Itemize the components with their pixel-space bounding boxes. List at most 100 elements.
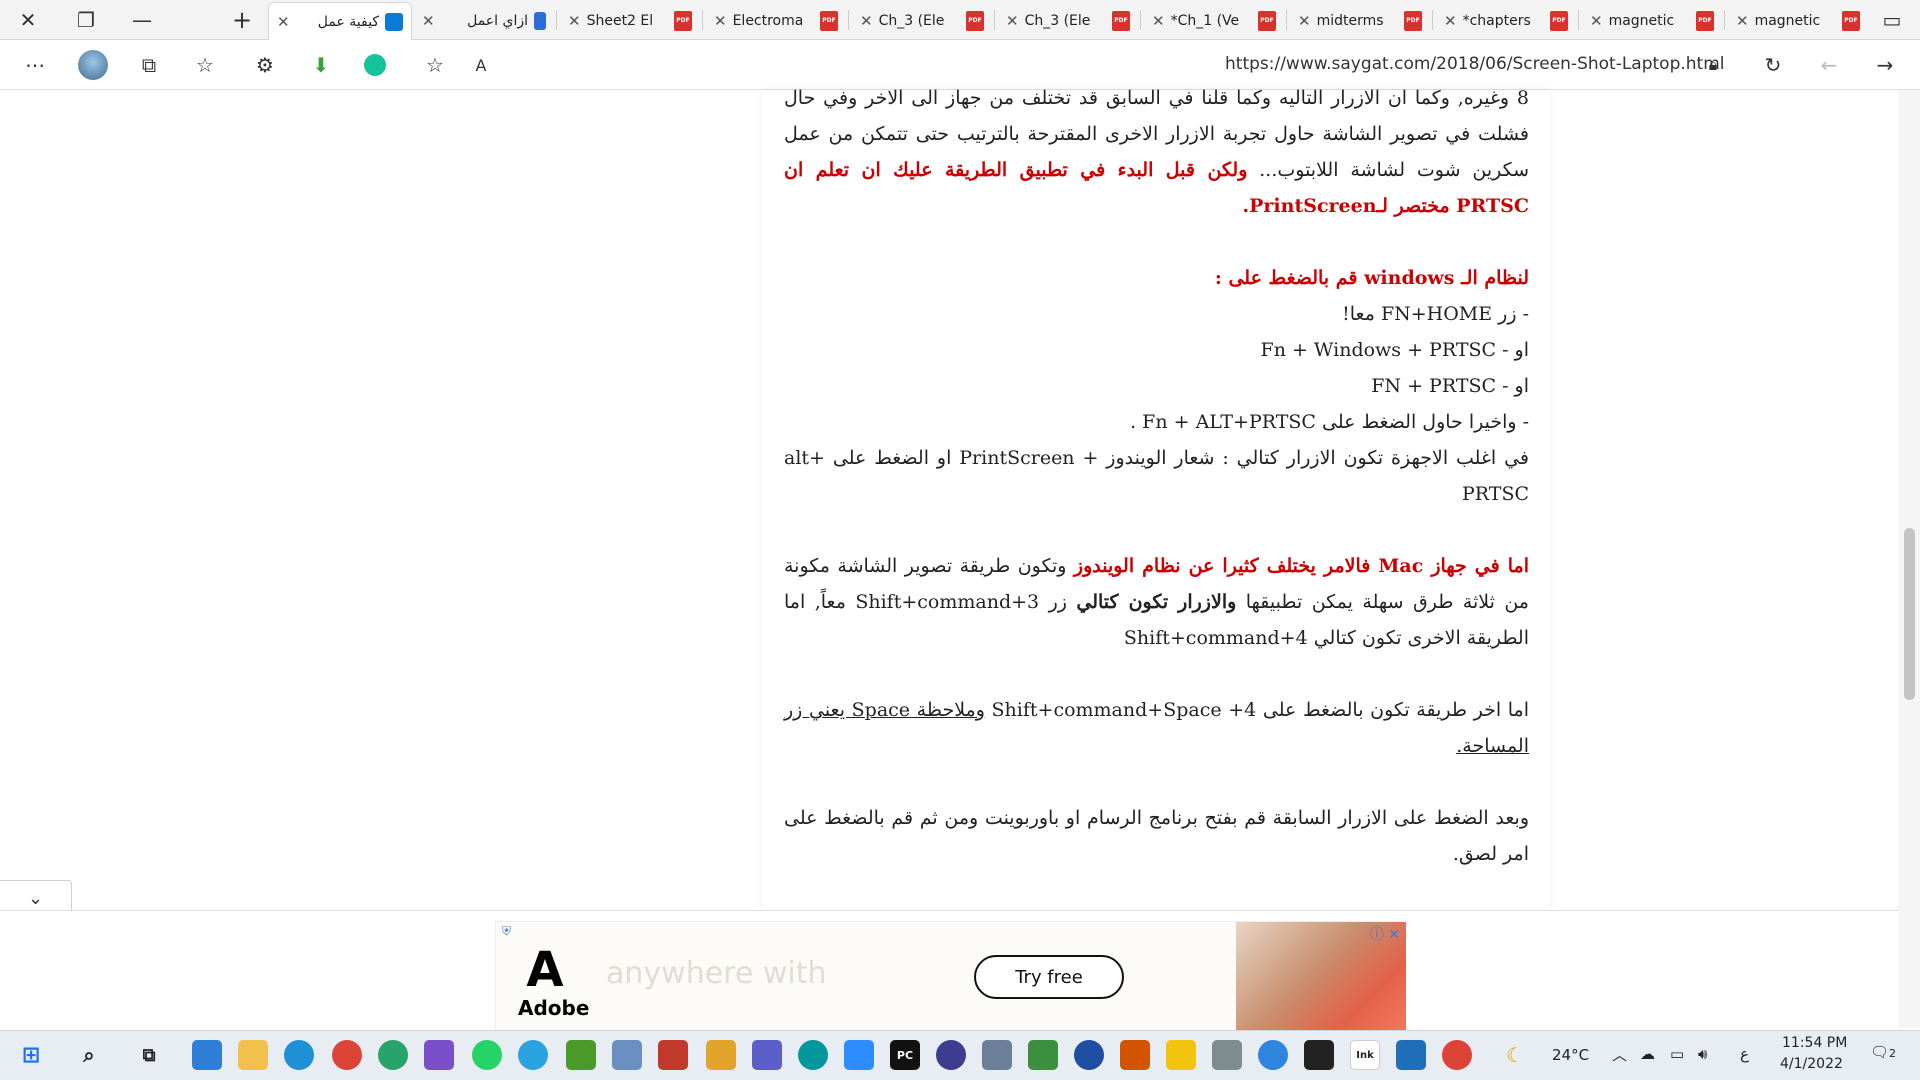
- close-icon[interactable]: ✕: [1298, 12, 1311, 30]
- notification-icon[interactable]: 🗨︎2: [1870, 1043, 1896, 1061]
- app-icon[interactable]: [1212, 1040, 1242, 1070]
- pdf-icon: PDF: [1112, 11, 1130, 31]
- list-item: - زر FN+HOME معا!: [1342, 303, 1529, 325]
- page-scrollbar[interactable]: [1898, 90, 1920, 1028]
- tab-label: magnetic: [1754, 13, 1821, 29]
- tab-label: Ch_3 (Ele: [1024, 13, 1091, 29]
- window-layout-icon[interactable]: ▭: [1872, 0, 1912, 40]
- app-icon[interactable]: [936, 1040, 966, 1070]
- task-view-icon[interactable]: ⧉: [134, 1040, 164, 1070]
- close-icon[interactable]: ✕: [714, 12, 727, 30]
- app-icon[interactable]: [1028, 1040, 1058, 1070]
- add-favorite-icon[interactable]: ☆: [418, 48, 452, 82]
- extensions-icon[interactable]: ⚙: [248, 48, 282, 82]
- favorites-icon[interactable]: ☆: [188, 48, 222, 82]
- matlab-icon[interactable]: [1120, 1040, 1150, 1070]
- try-free-button[interactable]: Try free: [974, 955, 1124, 999]
- tab-1[interactable]: ✕ ازاي اعمل: [414, 2, 554, 40]
- lock-icon[interactable]: 🔒︎: [1696, 48, 1730, 82]
- tab-9[interactable]: ✕ magnetic PDF: [1582, 2, 1722, 40]
- close-icon[interactable]: ✕: [422, 12, 435, 30]
- refresh-icon[interactable]: ↻: [1756, 48, 1790, 82]
- tab-10[interactable]: ✕ magnetic PDF: [1728, 2, 1868, 40]
- close-icon[interactable]: ✕: [1444, 12, 1457, 30]
- input-language[interactable]: ع: [1740, 1045, 1749, 1063]
- app-icon[interactable]: [378, 1040, 408, 1070]
- app-icon[interactable]: [1258, 1040, 1288, 1070]
- new-tab-button[interactable]: +: [222, 0, 262, 40]
- start-icon[interactable]: ⊞: [16, 1040, 46, 1070]
- close-icon[interactable]: ✕: [1736, 12, 1749, 30]
- photos-icon[interactable]: [1396, 1040, 1426, 1070]
- close-icon[interactable]: ✕: [277, 13, 290, 31]
- clock-time[interactable]: 11:54 PM: [1782, 1035, 1847, 1051]
- network-icon[interactable]: ☁: [1640, 1045, 1655, 1063]
- back-icon[interactable]: →: [1868, 48, 1902, 82]
- tab-label: ازاي اعمل: [467, 13, 528, 29]
- url-field[interactable]: https://www.saygat.com/2018/06/Screen-Sh…: [1225, 54, 1725, 74]
- chrome-icon[interactable]: [1442, 1040, 1472, 1070]
- ad-close-icon[interactable]: ⓘ ✕: [1370, 924, 1400, 944]
- profile-avatar[interactable]: [76, 48, 110, 82]
- close-icon[interactable]: ✕: [1590, 12, 1603, 30]
- inkscape-icon[interactable]: Ink: [1350, 1040, 1380, 1070]
- app-icon[interactable]: [1074, 1040, 1104, 1070]
- player-icon[interactable]: [1166, 1040, 1196, 1070]
- minimize-tabs-icon[interactable]: —: [122, 0, 162, 40]
- close-icon[interactable]: ✕: [860, 12, 873, 30]
- whatsapp-icon[interactable]: [472, 1040, 502, 1070]
- app-icon[interactable]: [566, 1040, 596, 1070]
- ad-shield-icon[interactable]: ⛨: [502, 924, 511, 939]
- tab-actions-icon[interactable]: ❐: [66, 0, 106, 40]
- close-window-icon[interactable]: ✕: [8, 0, 48, 40]
- arduino-icon[interactable]: [798, 1040, 828, 1070]
- app-icon[interactable]: [706, 1040, 736, 1070]
- chevron-down-icon: ⌄: [27, 887, 44, 909]
- tab-4[interactable]: ✕ Ch_3 (Ele PDF: [852, 2, 992, 40]
- chrome-icon[interactable]: [332, 1040, 362, 1070]
- clock-date[interactable]: 4/1/2022: [1780, 1056, 1843, 1072]
- search-icon[interactable]: ⌕: [74, 1040, 104, 1070]
- close-icon[interactable]: ✕: [568, 12, 581, 30]
- ad-brand: Adobe: [518, 996, 590, 1020]
- list-item: او - Fn + Windows + PRTSC: [1260, 339, 1529, 361]
- mac-heading: اما في جهاز Mac فالامر يختلف كثيرا عن نظ…: [1073, 555, 1529, 577]
- forward-icon[interactable]: ←: [1812, 48, 1846, 82]
- download-extension-icon[interactable]: ⬇: [304, 48, 338, 82]
- telegram-icon[interactable]: [518, 1040, 548, 1070]
- tray-overflow-icon[interactable]: ︿: [1612, 1044, 1627, 1065]
- app-icon[interactable]: [982, 1040, 1012, 1070]
- visual-studio-icon[interactable]: [424, 1040, 454, 1070]
- pdf-icon: PDF: [1842, 11, 1860, 31]
- volume-icon[interactable]: 🔊︎: [1698, 1045, 1707, 1063]
- read-aloud-icon[interactable]: A: [464, 48, 498, 82]
- battery-icon[interactable]: ▭: [1670, 1045, 1684, 1063]
- tab-6[interactable]: ✕ *Ch_1 (Ve PDF: [1144, 2, 1284, 40]
- tab-8[interactable]: ✕ *chapters PDF: [1436, 2, 1576, 40]
- app-icon[interactable]: [612, 1040, 642, 1070]
- app-icon[interactable]: [1304, 1040, 1334, 1070]
- file-explorer-icon[interactable]: [238, 1040, 268, 1070]
- zoom-icon[interactable]: [844, 1040, 874, 1070]
- tab-7[interactable]: ✕ midterms PDF: [1290, 2, 1430, 40]
- adobe-ad[interactable]: ⛨ A Adobe anywhere with Try free ⓘ ✕: [495, 921, 1406, 1032]
- grammarly-icon[interactable]: [358, 48, 392, 82]
- weather-temp[interactable]: 24°C: [1552, 1046, 1589, 1064]
- tab-2[interactable]: ✕ Sheet2 El PDF: [560, 2, 700, 40]
- close-icon[interactable]: ✕: [1006, 12, 1019, 30]
- teams-icon[interactable]: [752, 1040, 782, 1070]
- close-icon[interactable]: ✕: [1152, 12, 1165, 30]
- app-icon[interactable]: [658, 1040, 688, 1070]
- tab-5[interactable]: ✕ Ch_3 (Ele PDF: [998, 2, 1138, 40]
- intro-paragraph: 8 وغيره, وكما ان الازرار التاليه وكما قل…: [784, 80, 1529, 224]
- scrollbar-thumb[interactable]: [1904, 528, 1915, 700]
- edge-icon[interactable]: [284, 1040, 314, 1070]
- weather-icon[interactable]: ☾: [1500, 1040, 1530, 1070]
- tab-0[interactable]: ✕ كيفية عمل: [268, 2, 412, 40]
- pycharm-icon[interactable]: PC: [890, 1040, 920, 1070]
- collections-icon[interactable]: ⧉: [132, 48, 166, 82]
- more-menu-icon[interactable]: ⋯: [18, 48, 52, 82]
- store-icon[interactable]: [192, 1040, 222, 1070]
- tab-3[interactable]: ✕ Electroma PDF: [706, 2, 846, 40]
- pdf-icon: PDF: [966, 11, 984, 31]
